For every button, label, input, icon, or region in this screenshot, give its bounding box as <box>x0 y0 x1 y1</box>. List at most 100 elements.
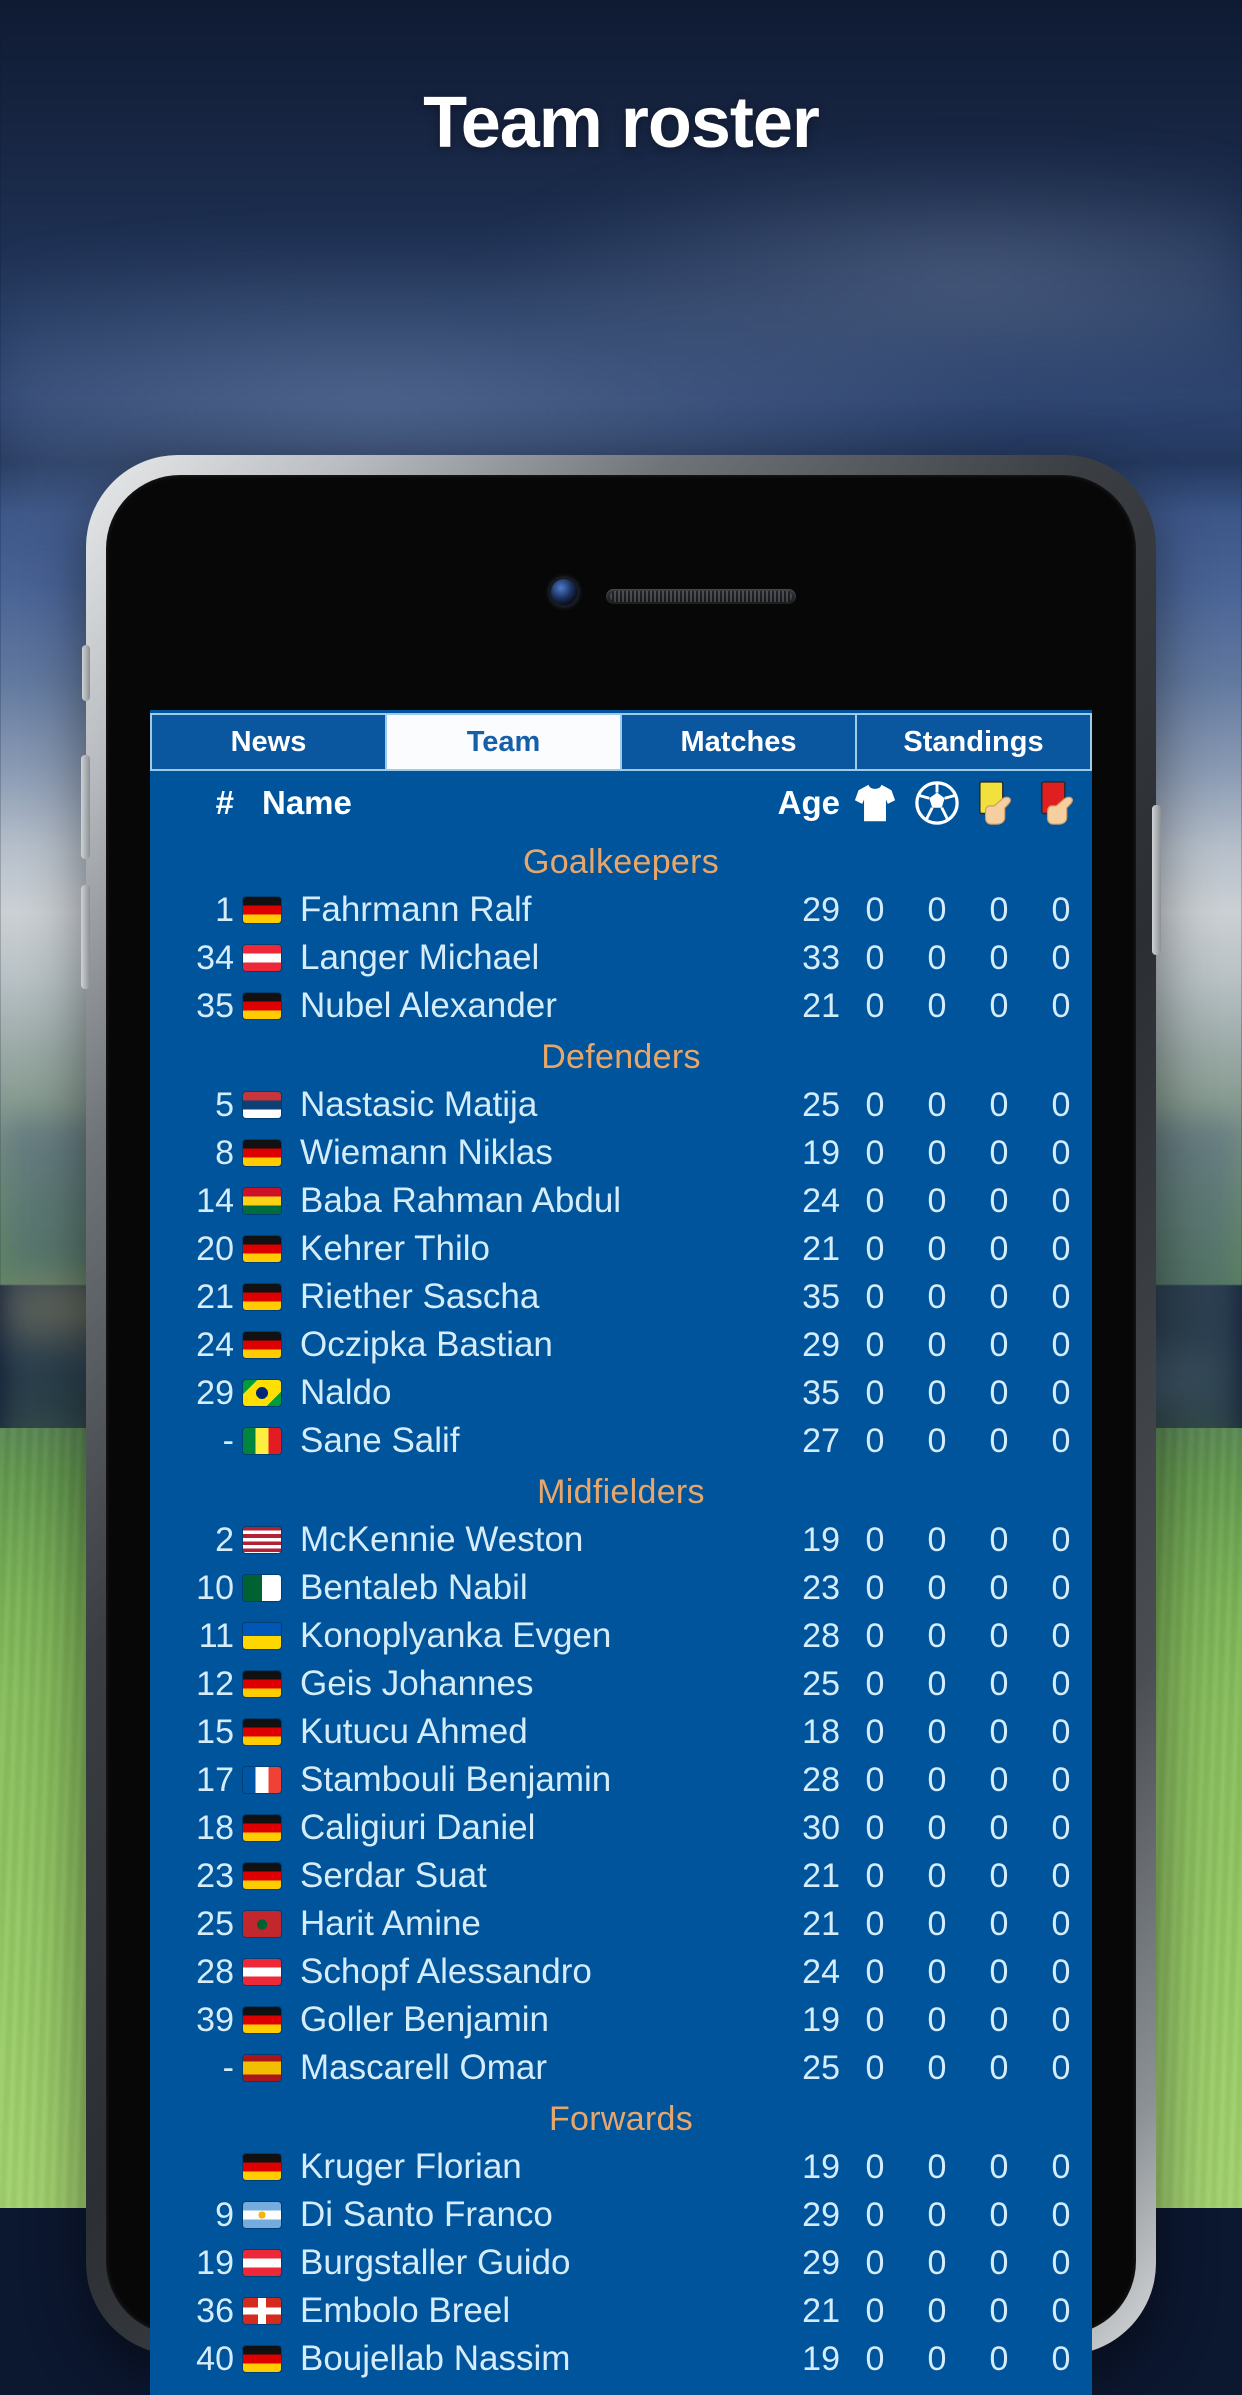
phone-volume-up-button <box>81 755 90 859</box>
player-age: 27 <box>802 1421 840 1460</box>
table-row[interactable]: 17 Stambouli Benjamin 28 0 0 0 0 <box>150 1756 1092 1804</box>
table-row[interactable]: - Sane Salif 27 0 0 0 0 <box>150 1417 1092 1465</box>
flag-icon <box>234 2250 290 2276</box>
tab-news[interactable]: News <box>150 713 385 771</box>
player-red-cards: 0 <box>1051 986 1071 1025</box>
flag-icon <box>234 1236 290 1262</box>
flag-germany-icon <box>243 1332 281 1358</box>
table-row[interactable]: 15 Kutucu Ahmed 18 0 0 0 0 <box>150 1708 1092 1756</box>
player-number: 1 <box>215 890 234 929</box>
table-row[interactable]: 12 Geis Johannes 25 0 0 0 0 <box>150 1660 1092 1708</box>
player-number: 25 <box>196 1904 234 1943</box>
flag-icon <box>234 1575 290 1601</box>
flag-icon <box>234 1380 290 1406</box>
player-age: 23 <box>802 1568 840 1607</box>
player-goals: 0 <box>927 2195 947 2234</box>
table-row[interactable]: 25 Harit Amine 21 0 0 0 0 <box>150 1900 1092 1948</box>
flag-icon <box>234 1623 290 1649</box>
player-yellow-cards: 0 <box>989 1181 1009 1220</box>
flag-germany-icon <box>243 1719 281 1745</box>
player-goals: 0 <box>927 2339 947 2378</box>
player-number: 9 <box>215 2195 234 2234</box>
player-name: Naldo <box>300 1373 392 1412</box>
player-appearances: 0 <box>865 1904 885 1943</box>
player-number: 24 <box>196 1325 234 1364</box>
section-heading-midfielders: Midfielders <box>537 1473 705 1511</box>
player-name: Harit Amine <box>300 1904 481 1943</box>
player-appearances: 0 <box>865 938 885 977</box>
player-age: 35 <box>802 1277 840 1316</box>
player-age: 35 <box>802 1373 840 1412</box>
flag-icon <box>234 897 290 923</box>
table-row[interactable]: 35 Nubel Alexander 21 0 0 0 0 <box>150 982 1092 1030</box>
tab-standings[interactable]: Standings <box>855 713 1092 771</box>
table-row[interactable]: 29 Naldo 35 0 0 0 0 <box>150 1369 1092 1417</box>
flag-germany-icon <box>243 1671 281 1697</box>
table-row[interactable]: 14 Baba Rahman Abdul 24 0 0 0 0 <box>150 1177 1092 1225</box>
table-row[interactable]: 34 Langer Michael 33 0 0 0 0 <box>150 934 1092 982</box>
tab-team[interactable]: Team <box>385 713 620 771</box>
flag-serbia-icon <box>243 1092 281 1118</box>
table-row[interactable]: Kruger Florian 19 0 0 0 0 <box>150 2143 1092 2191</box>
player-goals: 0 <box>927 2291 947 2330</box>
table-row[interactable]: 1 Fahrmann Ralf 29 0 0 0 0 <box>150 886 1092 934</box>
table-row[interactable]: 28 Schopf Alessandro 24 0 0 0 0 <box>150 1948 1092 1996</box>
table-row[interactable]: 39 Goller Benjamin 19 0 0 0 0 <box>150 1996 1092 2044</box>
player-appearances: 0 <box>865 890 885 929</box>
flag-icon <box>234 1719 290 1745</box>
table-row[interactable]: 40 Boujellab Nassim 19 0 0 0 0 <box>150 2335 1092 2383</box>
player-number: - <box>222 2048 234 2087</box>
player-age: 21 <box>802 1229 840 1268</box>
player-goals: 0 <box>927 1904 947 1943</box>
player-appearances: 0 <box>865 1181 885 1220</box>
table-row[interactable]: 5 Nastasic Matija 25 0 0 0 0 <box>150 1081 1092 1129</box>
player-red-cards: 0 <box>1051 1229 1071 1268</box>
table-row[interactable]: 2 McKennie Weston 19 0 0 0 0 <box>150 1516 1092 1564</box>
player-age: 29 <box>802 1325 840 1364</box>
flag-icon <box>234 1863 290 1889</box>
table-row[interactable]: 8 Wiemann Niklas 19 0 0 0 0 <box>150 1129 1092 1177</box>
player-goals: 0 <box>927 1421 947 1460</box>
table-row[interactable]: 18 Caligiuri Daniel 30 0 0 0 0 <box>150 1804 1092 1852</box>
player-yellow-cards: 0 <box>989 1808 1009 1847</box>
player-name: Embolo Breel <box>300 2291 511 2330</box>
player-goals: 0 <box>927 890 947 929</box>
player-age: 21 <box>802 2291 840 2330</box>
shirt-icon <box>844 782 906 824</box>
player-age: 21 <box>802 1904 840 1943</box>
table-row[interactable]: - Mascarell Omar 25 0 0 0 0 <box>150 2044 1092 2092</box>
table-row[interactable]: 19 Burgstaller Guido 29 0 0 0 0 <box>150 2239 1092 2287</box>
player-age: 25 <box>802 1085 840 1124</box>
player-age: 25 <box>802 2048 840 2087</box>
player-red-cards: 0 <box>1051 2243 1071 2282</box>
player-number: 34 <box>196 938 234 977</box>
player-number: 15 <box>196 1712 234 1751</box>
table-row[interactable]: 20 Kehrer Thilo 21 0 0 0 0 <box>150 1225 1092 1273</box>
player-age: 19 <box>802 2147 840 2186</box>
flag-icon <box>234 1911 290 1937</box>
table-row[interactable]: 10 Bentaleb Nabil 23 0 0 0 0 <box>150 1564 1092 1612</box>
flag-germany-icon <box>243 1815 281 1841</box>
player-name: Wiemann Niklas <box>300 1133 553 1172</box>
player-age: 29 <box>802 2243 840 2282</box>
player-yellow-cards: 0 <box>989 1760 1009 1799</box>
player-appearances: 0 <box>865 2339 885 2378</box>
table-row[interactable]: 21 Riether Sascha 35 0 0 0 0 <box>150 1273 1092 1321</box>
player-goals: 0 <box>927 1712 947 1751</box>
player-age: 19 <box>802 1520 840 1559</box>
table-row[interactable]: 23 Serdar Suat 21 0 0 0 0 <box>150 1852 1092 1900</box>
tab-matches[interactable]: Matches <box>620 713 855 771</box>
player-name: Sane Salif <box>300 1421 460 1460</box>
table-row[interactable]: 36 Embolo Breel 21 0 0 0 0 <box>150 2287 1092 2335</box>
table-row[interactable]: 11 Konoplyanka Evgen 28 0 0 0 0 <box>150 1612 1092 1660</box>
player-red-cards: 0 <box>1051 2339 1071 2378</box>
player-yellow-cards: 0 <box>989 1277 1009 1316</box>
flag-austria-icon <box>243 945 281 971</box>
table-row[interactable]: 9 Di Santo Franco 29 0 0 0 0 <box>150 2191 1092 2239</box>
player-goals: 0 <box>927 1520 947 1559</box>
player-goals: 0 <box>927 1277 947 1316</box>
player-number: 39 <box>196 2000 234 2039</box>
player-goals: 0 <box>927 1616 947 1655</box>
player-yellow-cards: 0 <box>989 2195 1009 2234</box>
table-row[interactable]: 24 Oczipka Bastian 29 0 0 0 0 <box>150 1321 1092 1369</box>
